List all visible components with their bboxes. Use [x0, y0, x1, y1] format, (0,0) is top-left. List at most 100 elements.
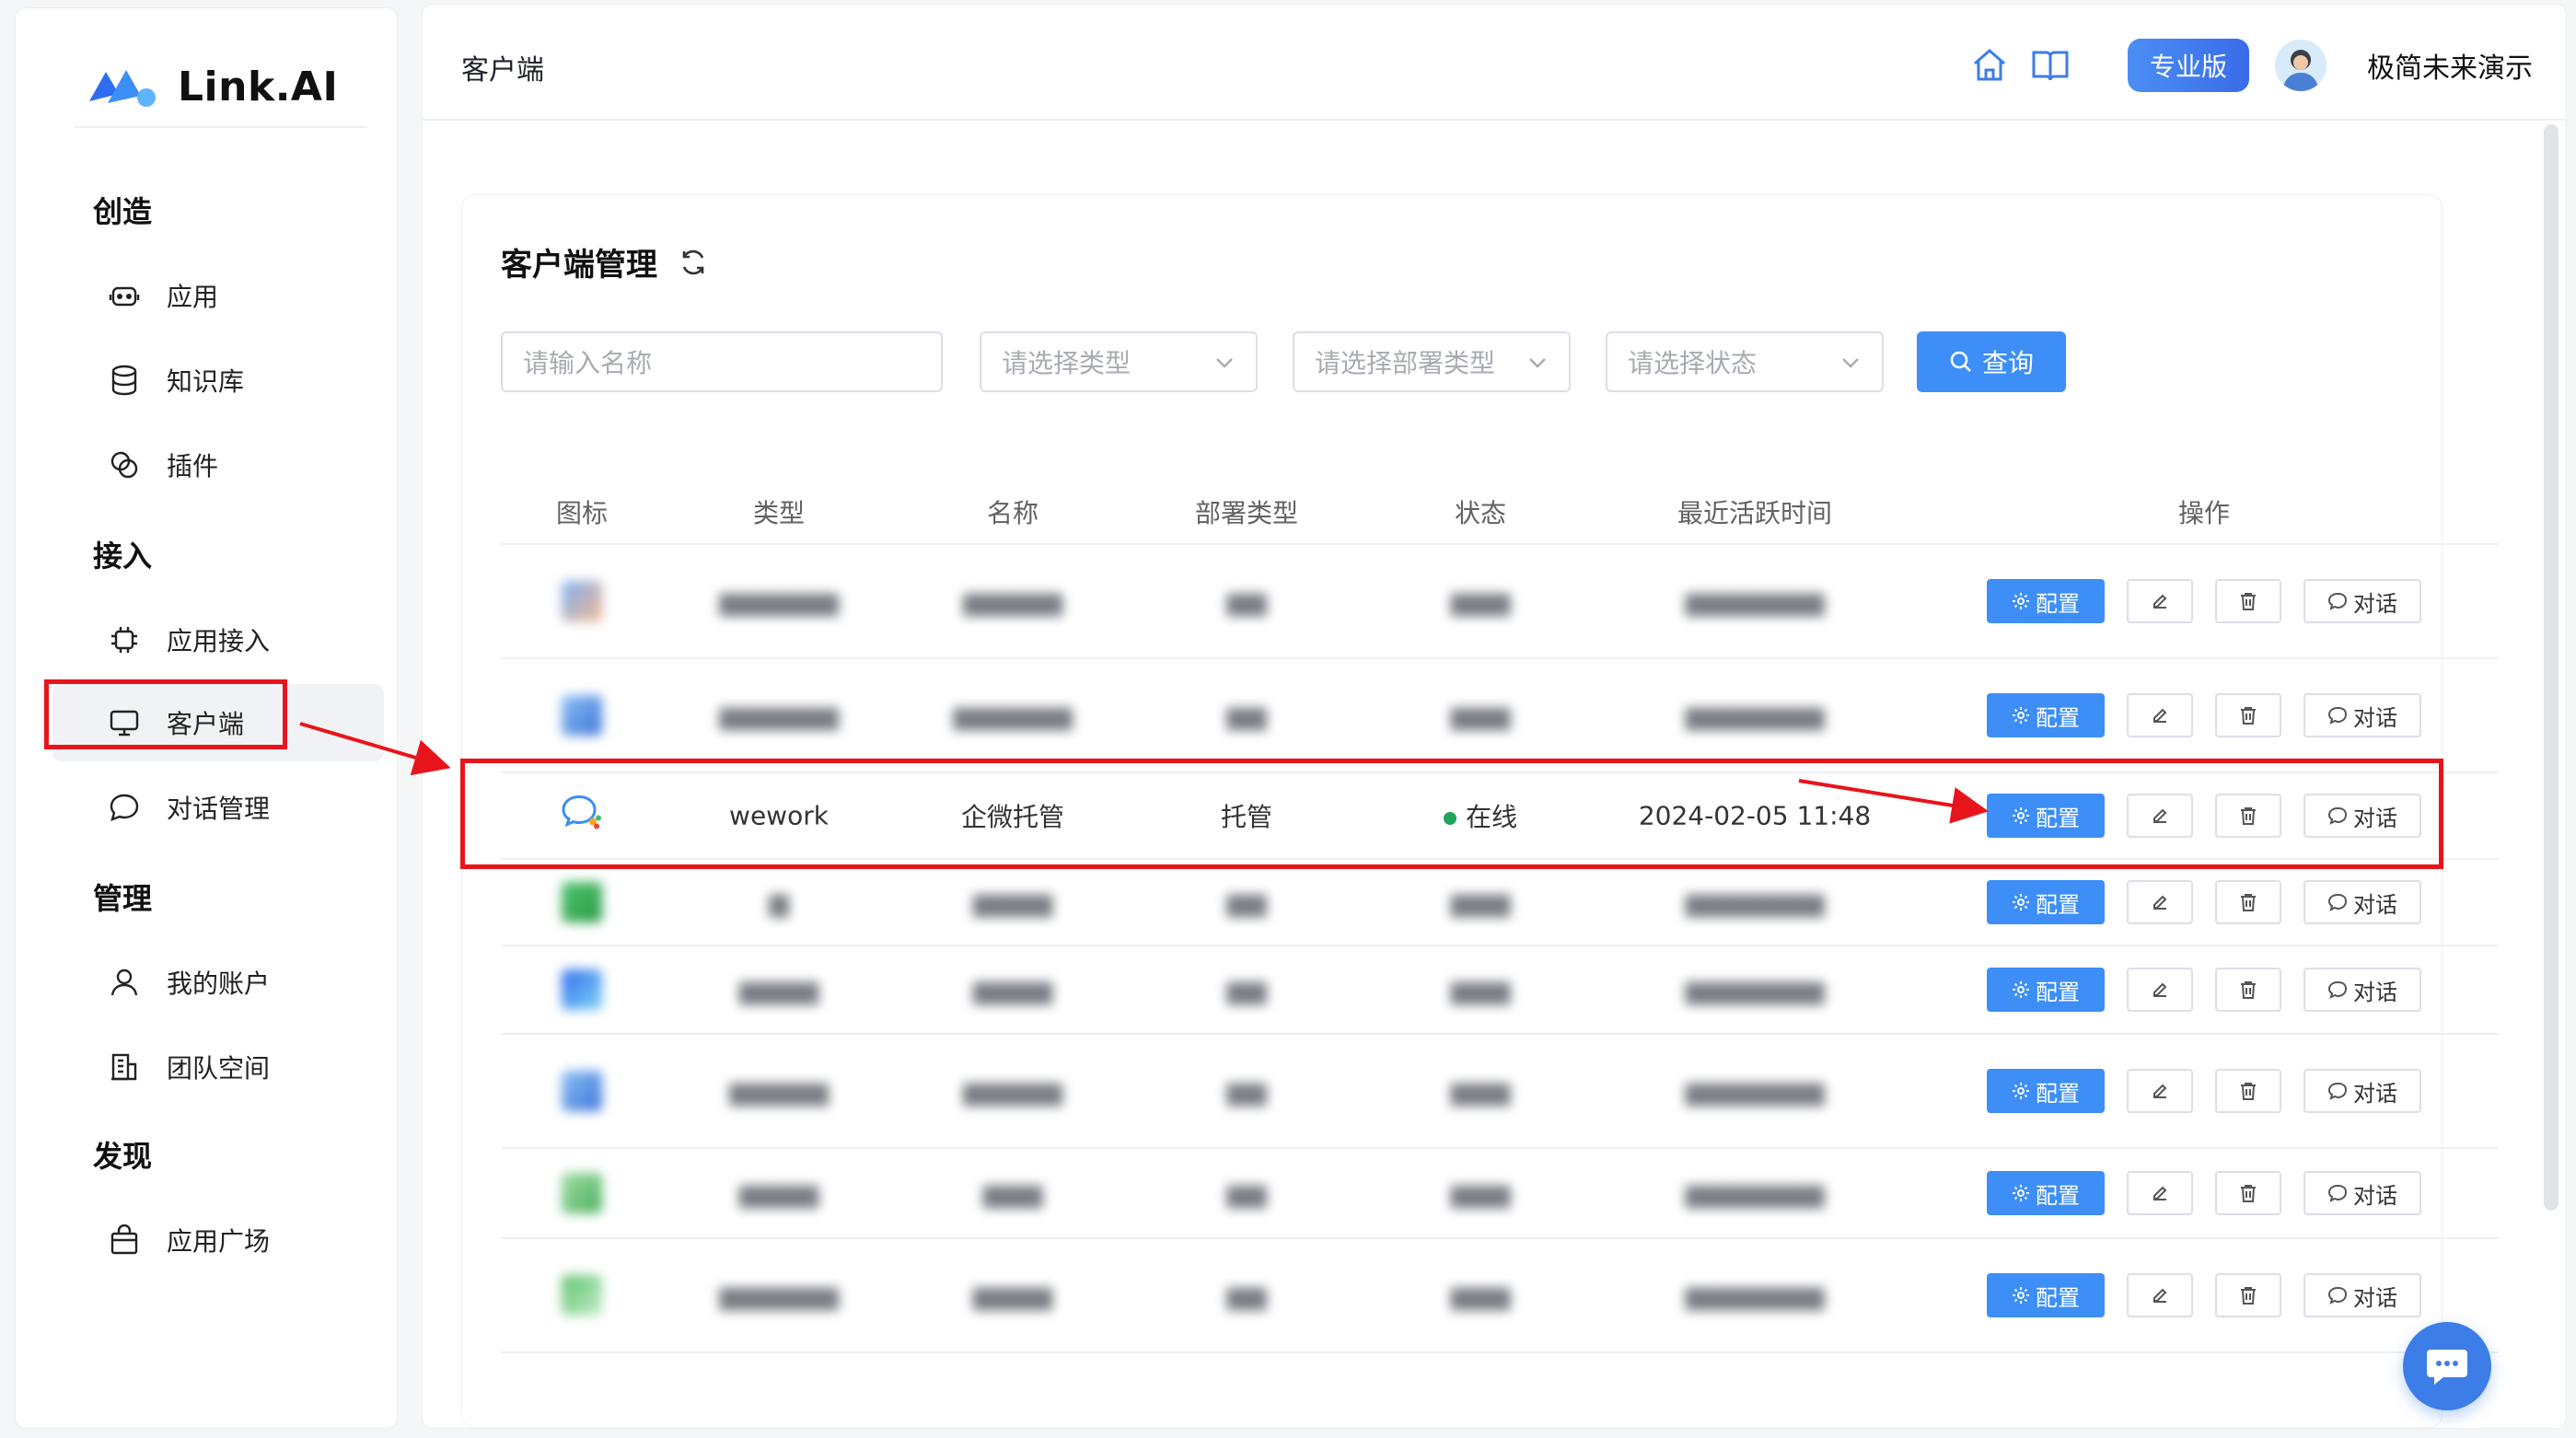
floating-chat-button[interactable]: [2403, 1322, 2491, 1410]
sidebar-item-apps[interactable]: 应用: [52, 257, 384, 334]
edit-button[interactable]: [2127, 968, 2193, 1012]
config-label: 配置: [2036, 805, 2080, 831]
delete-button[interactable]: [2215, 693, 2281, 737]
wework-icon: [561, 794, 603, 839]
delete-button[interactable]: [2215, 880, 2281, 924]
sidebar-item-clients[interactable]: 客户端: [52, 684, 384, 761]
edit-button[interactable]: [2127, 579, 2193, 623]
delete-button[interactable]: [2215, 1273, 2281, 1317]
chat-button[interactable]: 对话: [2303, 968, 2421, 1012]
chat-label: 对话: [2353, 1284, 2397, 1311]
chat-icon: [2327, 1184, 2348, 1202]
row-time-redacted: ▆▆▆▆▆▆▆: [1685, 974, 1825, 1005]
chat-button[interactable]: 对话: [2303, 1273, 2421, 1317]
trash-icon: [2241, 707, 2256, 725]
logo[interactable]: Link.AI: [86, 54, 338, 119]
column-header-deploy-type: 部署类型: [1194, 498, 1299, 528]
chat-icon: [2327, 1082, 2348, 1100]
query-button[interactable]: 查询: [1917, 331, 2066, 392]
config-label: 配置: [2036, 590, 2080, 617]
gear-icon: [2013, 1083, 2029, 1099]
column-header-last-active: 最近活跃时间: [1677, 498, 1833, 528]
sidebar-item-plugins[interactable]: 插件: [52, 426, 384, 504]
gear-icon: [2013, 1287, 2029, 1304]
config-button[interactable]: 配置: [1987, 880, 2105, 924]
config-button[interactable]: 配置: [1987, 1273, 2105, 1317]
gear-icon: [2013, 707, 2029, 724]
config-button[interactable]: 配置: [1987, 794, 2105, 838]
section-title-manage: 管理: [93, 881, 153, 916]
avatar[interactable]: [2275, 40, 2327, 91]
row-deploy-redacted: ▆▆: [1226, 974, 1267, 1005]
delete-button[interactable]: [2215, 1171, 2281, 1215]
sidebar-item-account[interactable]: 我的账户: [52, 944, 384, 1021]
row-icon: [562, 695, 602, 736]
chat-button[interactable]: 对话: [2303, 880, 2421, 924]
status-select[interactable]: 请选择状态: [1606, 331, 1884, 392]
config-button[interactable]: 配置: [1987, 579, 2105, 623]
book-icon[interactable]: [2030, 45, 2071, 86]
config-button[interactable]: 配置: [1987, 693, 2105, 737]
chat-button[interactable]: 对话: [2303, 1069, 2421, 1113]
column-header-icon: 图标: [555, 498, 609, 528]
chevron-down-icon: [1842, 358, 1859, 368]
chat-button[interactable]: 对话: [2303, 794, 2421, 838]
row-type-redacted: ▆▆▆▆: [738, 974, 819, 1005]
refresh-icon[interactable]: [678, 247, 709, 278]
chat-label: 对话: [2353, 590, 2397, 617]
main-panel: 客户端 专业版 极简未来演示 客户端管理 请输入名称 请选择类型 请选择部署类型…: [422, 4, 2567, 1429]
config-button[interactable]: 配置: [1987, 1069, 2105, 1113]
type-select[interactable]: 请选择类型: [980, 331, 1258, 392]
config-label: 配置: [2036, 979, 2080, 1005]
row-name: 企微托管: [960, 802, 1065, 832]
sidebar-item-conversations[interactable]: 对话管理: [52, 769, 384, 846]
row-name-redacted: ▆▆▆▆: [972, 887, 1053, 918]
config-button[interactable]: 配置: [1987, 1171, 2105, 1215]
plugin-icon: [108, 448, 141, 481]
chat-icon: [2327, 806, 2348, 825]
name-search-input[interactable]: 请输入名称: [501, 331, 943, 392]
plan-badge[interactable]: 专业版: [2127, 39, 2249, 92]
delete-button[interactable]: [2215, 968, 2281, 1012]
delete-button[interactable]: [2215, 1069, 2281, 1113]
row-icon: [562, 1071, 602, 1111]
edit-button[interactable]: [2127, 693, 2193, 737]
delete-button[interactable]: [2215, 579, 2281, 623]
edit-button[interactable]: [2127, 794, 2193, 838]
section-title-create: 创造: [93, 194, 153, 229]
edit-button[interactable]: [2127, 1273, 2193, 1317]
scrollbar[interactable]: [2544, 124, 2559, 1211]
edit-button[interactable]: [2127, 1069, 2193, 1113]
home-icon[interactable]: [1969, 45, 2010, 86]
username[interactable]: 极简未来演示: [2367, 45, 2533, 86]
monitor-icon: [108, 706, 141, 739]
config-label: 配置: [2036, 1284, 2080, 1311]
edit-button[interactable]: [2127, 1171, 2193, 1215]
chat-button[interactable]: 对话: [2303, 693, 2421, 737]
edit-button[interactable]: [2127, 880, 2193, 924]
gear-icon: [2013, 894, 2029, 910]
trash-icon: [2241, 894, 2256, 911]
row-status: 在线: [1443, 797, 1517, 834]
chat-icon: [2327, 592, 2348, 610]
row-time-redacted: ▆▆▆▆▆▆▆: [1685, 1075, 1825, 1107]
sidebar-item-label: 应用广场: [167, 1226, 271, 1257]
column-header-type: 类型: [752, 498, 806, 528]
delete-button[interactable]: [2215, 794, 2281, 838]
row-name-redacted: ▆▆▆▆▆: [963, 1075, 1062, 1107]
deploy-type-select[interactable]: 请选择部署类型: [1293, 331, 1571, 392]
building-icon: [108, 1050, 141, 1084]
chat-button[interactable]: 对话: [2303, 1171, 2421, 1215]
edit-icon: [2153, 808, 2167, 823]
row-status-redacted: ▆▆▆: [1450, 700, 1511, 731]
config-button[interactable]: 配置: [1987, 968, 2105, 1012]
row-status-redacted: ▆▆▆: [1450, 974, 1511, 1005]
edit-icon: [2153, 982, 2167, 997]
chevron-down-icon: [1216, 358, 1233, 368]
edit-icon: [2153, 1186, 2167, 1200]
sidebar-item-team[interactable]: 团队空间: [52, 1028, 384, 1106]
sidebar-item-knowledge[interactable]: 知识库: [52, 342, 384, 419]
sidebar-item-app-store[interactable]: 应用广场: [52, 1201, 384, 1279]
chat-button[interactable]: 对话: [2303, 579, 2421, 623]
sidebar-item-app-access[interactable]: 应用接入: [52, 601, 384, 678]
